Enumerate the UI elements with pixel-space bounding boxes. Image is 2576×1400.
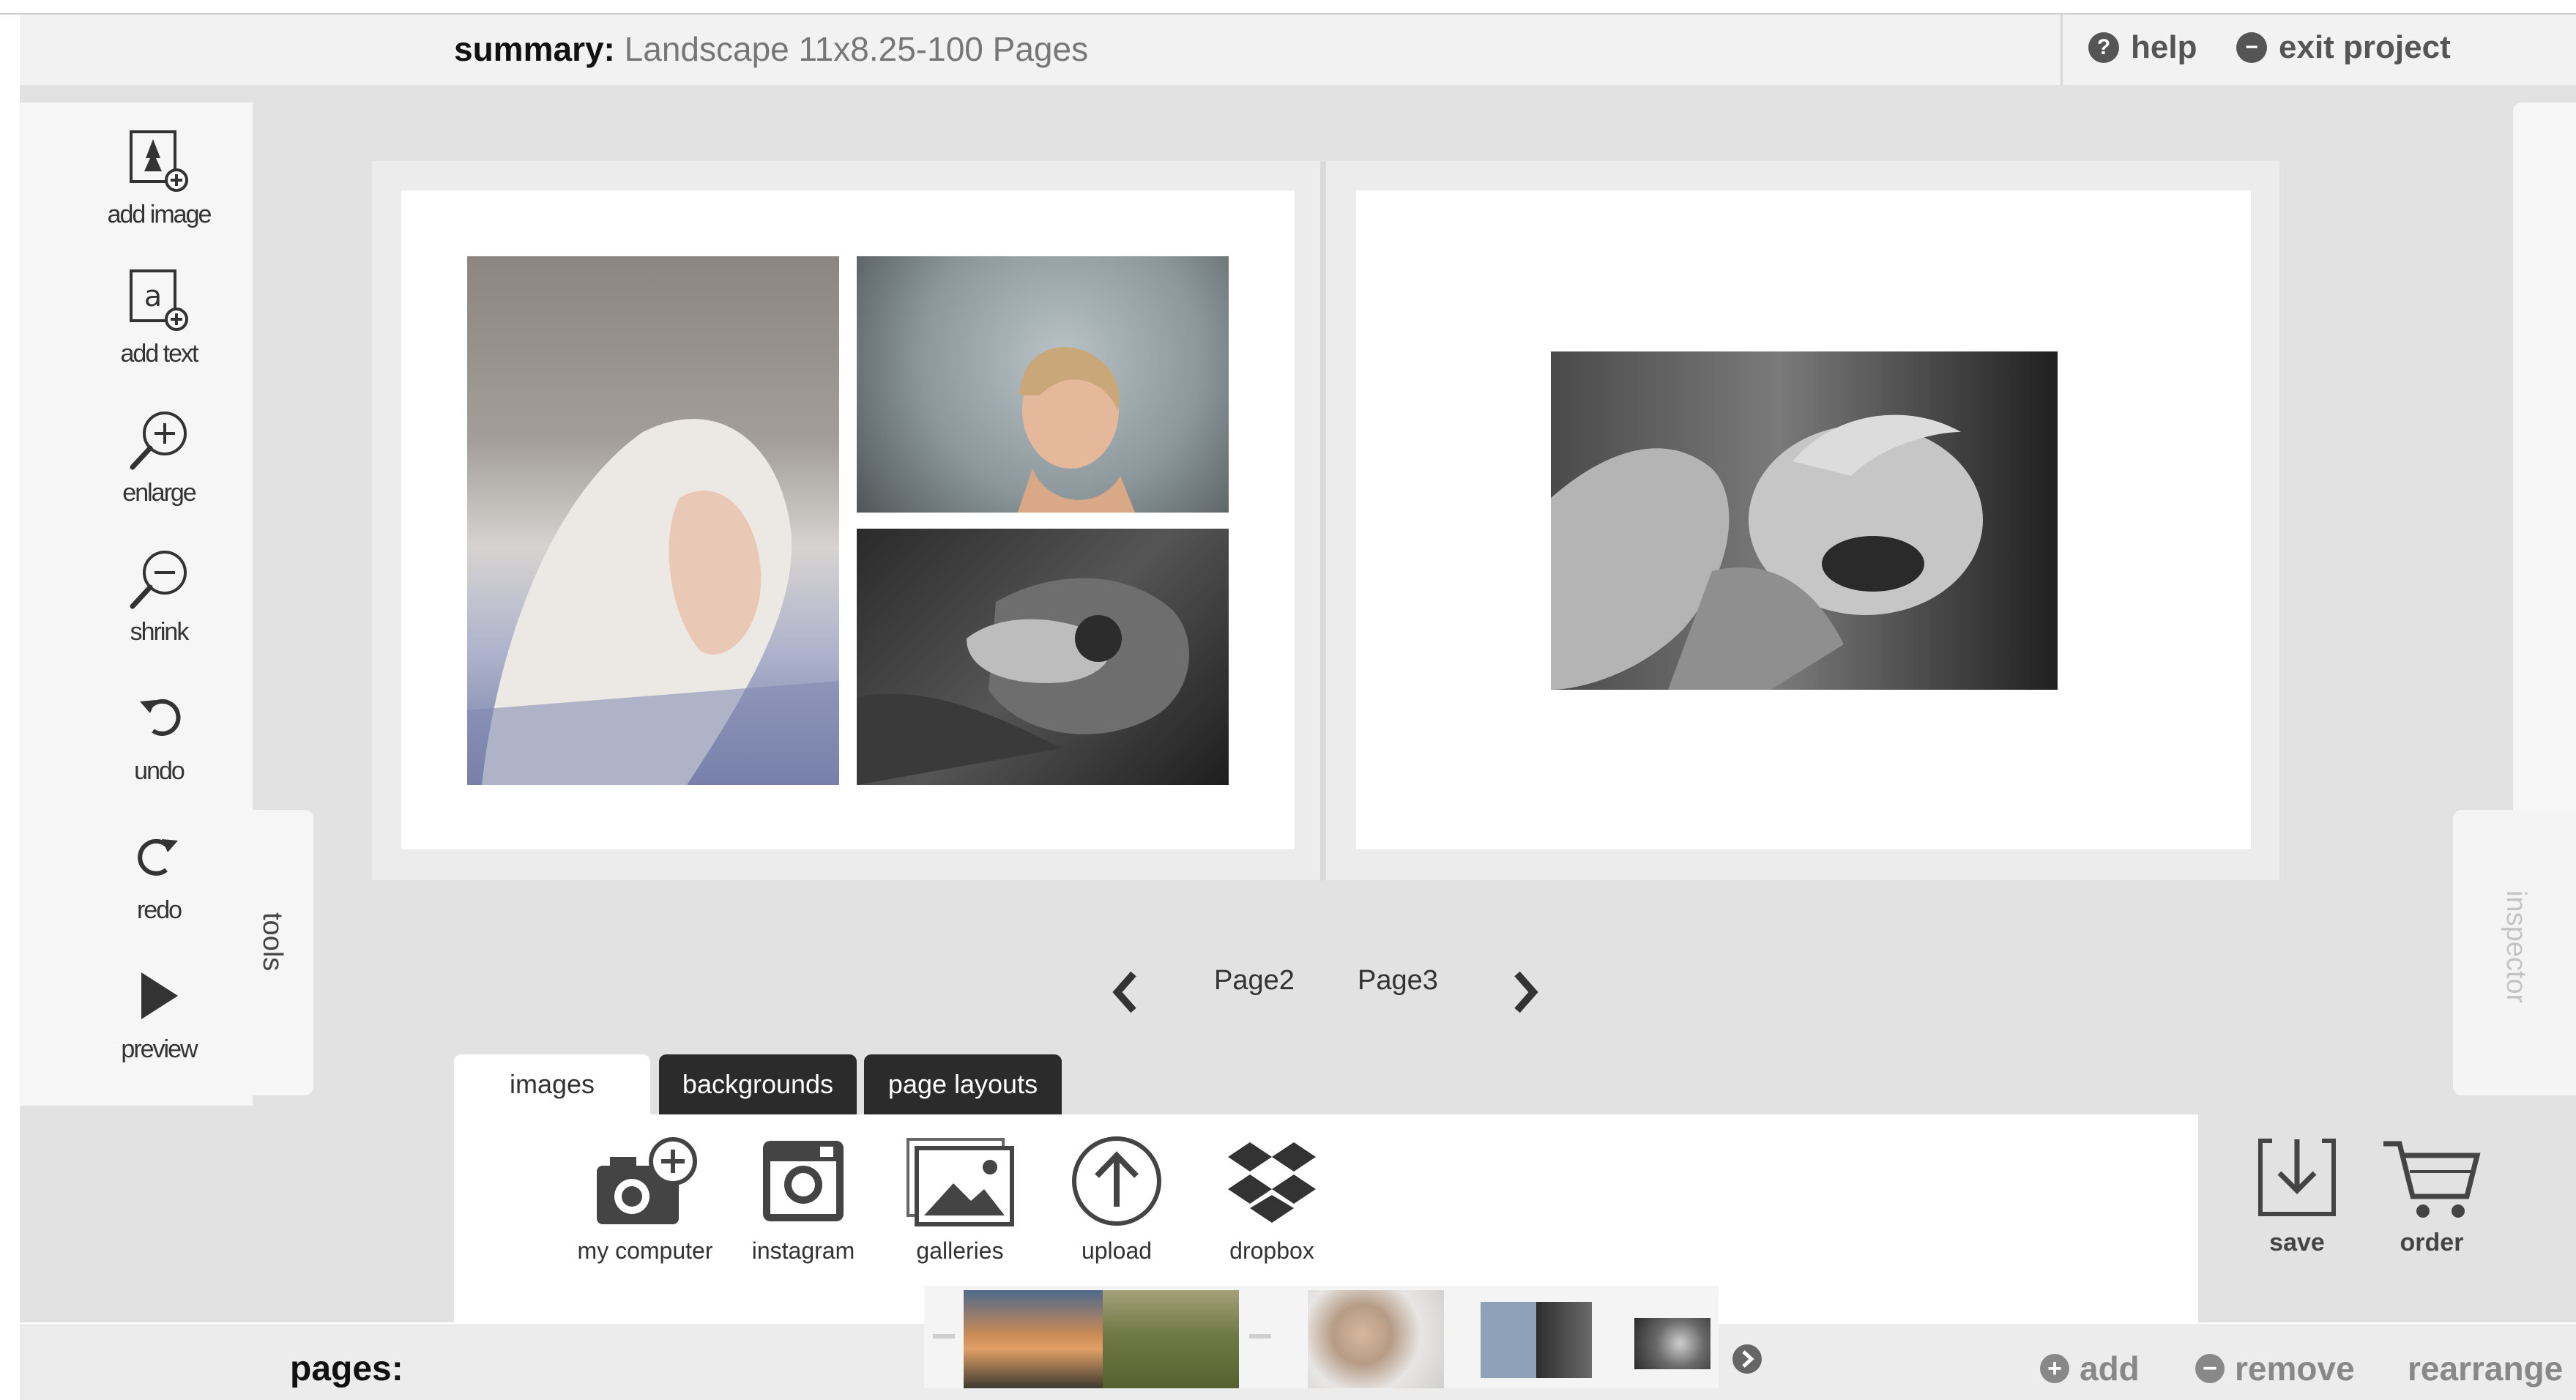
book-spine bbox=[1320, 161, 1326, 880]
pages-label: pages: bbox=[290, 1349, 403, 1388]
undo-label: undo bbox=[134, 757, 185, 785]
thumbnail-page-boy[interactable] bbox=[1308, 1290, 1444, 1388]
camera-add-icon bbox=[597, 1137, 697, 1224]
order-button[interactable]: order bbox=[2370, 1133, 2494, 1257]
add-image-button[interactable]: add image bbox=[20, 126, 298, 229]
gallery-icon bbox=[907, 1138, 1014, 1226]
minus-circle-icon: − bbox=[2195, 1354, 2225, 1383]
add-text-button[interactable]: a add text bbox=[20, 265, 298, 368]
photo-laughing-child-image bbox=[1551, 414, 1983, 690]
dropbox-label: dropbox bbox=[1229, 1237, 1314, 1264]
galleries-button[interactable]: galleries bbox=[876, 1133, 1044, 1265]
add-text-label: add text bbox=[120, 340, 199, 368]
shrink-label: shrink bbox=[130, 618, 190, 646]
my-computer-label: my computer bbox=[577, 1237, 713, 1264]
thumbnail-page-sunset[interactable] bbox=[964, 1290, 1103, 1388]
save-label: save bbox=[2269, 1229, 2325, 1256]
help-label: help bbox=[2131, 29, 2197, 65]
upload-icon bbox=[1072, 1136, 1161, 1226]
preview-label: preview bbox=[121, 1035, 198, 1063]
help-button[interactable]: ? help bbox=[2088, 29, 2197, 66]
inspector-panel bbox=[2513, 103, 2576, 810]
photo-toddler-portrait[interactable] bbox=[857, 256, 1229, 513]
add-image-label: add image bbox=[107, 201, 212, 228]
enlarge-button[interactable]: enlarge bbox=[20, 404, 298, 507]
filmstrip-separator bbox=[933, 1334, 955, 1338]
dropbox-button[interactable]: dropbox bbox=[1188, 1133, 1356, 1265]
photo-child-towel-image bbox=[467, 419, 839, 785]
previous-page-arrow-icon[interactable] bbox=[1107, 967, 1142, 1018]
upload-label: upload bbox=[1081, 1237, 1153, 1264]
galleries-label: galleries bbox=[916, 1237, 1004, 1264]
save-download-icon bbox=[2258, 1139, 2336, 1216]
left-page-label[interactable]: Page2 bbox=[1214, 965, 1295, 997]
photo-toddler-portrait-image bbox=[1018, 347, 1135, 513]
undo-button[interactable]: undo bbox=[20, 682, 298, 786]
plus-circle-icon: + bbox=[2040, 1354, 2069, 1383]
svg-text:a: a bbox=[144, 280, 163, 313]
inspector-tab-label: inspector bbox=[2501, 890, 2531, 1004]
minus-circle-icon: − bbox=[2236, 32, 2267, 63]
save-button[interactable]: save bbox=[2235, 1133, 2359, 1257]
thumbnail-page-collage[interactable] bbox=[1481, 1302, 1592, 1378]
tab-images[interactable]: images bbox=[454, 1054, 650, 1114]
instagram-label: instagram bbox=[751, 1237, 855, 1264]
undo-icon bbox=[140, 699, 181, 736]
filmstrip-next-icon[interactable] bbox=[1731, 1343, 1763, 1375]
add-text-icon: a bbox=[130, 269, 188, 331]
redo-button[interactable]: redo bbox=[20, 822, 298, 925]
thumbnail-page-field[interactable] bbox=[1103, 1290, 1239, 1388]
shrink-button[interactable]: shrink bbox=[20, 543, 298, 647]
add-image-icon bbox=[130, 130, 188, 192]
photo-sleeping-baby[interactable] bbox=[857, 529, 1229, 785]
enlarge-label: enlarge bbox=[122, 479, 196, 507]
project-summary: summary: Landscape 11x8.25-100 Pages bbox=[454, 29, 1088, 69]
rearrange-label: rearrange bbox=[2408, 1349, 2564, 1388]
add-page-button[interactable]: + add bbox=[2040, 1349, 2140, 1388]
remove-page-button[interactable]: − remove bbox=[2195, 1349, 2355, 1388]
upload-button[interactable]: upload bbox=[1032, 1133, 1201, 1265]
order-label: order bbox=[2400, 1229, 2464, 1256]
tab-backgrounds[interactable]: backgrounds bbox=[659, 1054, 857, 1114]
preview-button[interactable]: preview bbox=[20, 961, 298, 1064]
photo-book-editor: summary: Landscape 11x8.25-100 Pages ? h… bbox=[0, 0, 2576, 1400]
shopping-cart-icon bbox=[2383, 1141, 2481, 1218]
photo-laughing-child[interactable] bbox=[1551, 351, 2058, 690]
summary-value: Landscape 11x8.25-100 Pages bbox=[624, 30, 1089, 68]
zoom-in-icon bbox=[130, 412, 187, 470]
redo-icon bbox=[138, 838, 178, 876]
photo-sleeping-baby-image bbox=[857, 578, 1189, 785]
right-page-label[interactable]: Page3 bbox=[1358, 965, 1438, 997]
rearrange-pages-button[interactable]: rearrange bbox=[2408, 1349, 2563, 1388]
header-divider bbox=[2061, 15, 2063, 85]
zoom-out-icon bbox=[130, 551, 187, 609]
summary-label: summary: bbox=[454, 30, 615, 68]
remove-page-label: remove bbox=[2235, 1349, 2355, 1388]
photo-child-towel[interactable] bbox=[467, 256, 839, 785]
tab-page-layouts[interactable]: page layouts bbox=[864, 1054, 1062, 1114]
inspector-tab[interactable]: inspector bbox=[2453, 810, 2576, 1095]
help-icon: ? bbox=[2088, 32, 2119, 63]
exit-project-button[interactable]: − exit project bbox=[2236, 29, 2451, 66]
next-page-arrow-icon[interactable] bbox=[1508, 967, 1544, 1018]
instagram-icon bbox=[763, 1141, 844, 1221]
redo-label: redo bbox=[136, 896, 182, 924]
thumbnail-page-bw[interactable] bbox=[1634, 1318, 1710, 1369]
add-page-label: add bbox=[2080, 1349, 2140, 1388]
instagram-button[interactable]: instagram bbox=[719, 1133, 887, 1265]
dropbox-icon bbox=[1228, 1142, 1316, 1223]
my-computer-button[interactable]: my computer bbox=[561, 1133, 729, 1265]
play-icon bbox=[141, 972, 178, 1019]
filmstrip-separator bbox=[1249, 1334, 1271, 1338]
exit-project-label: exit project bbox=[2279, 29, 2451, 65]
